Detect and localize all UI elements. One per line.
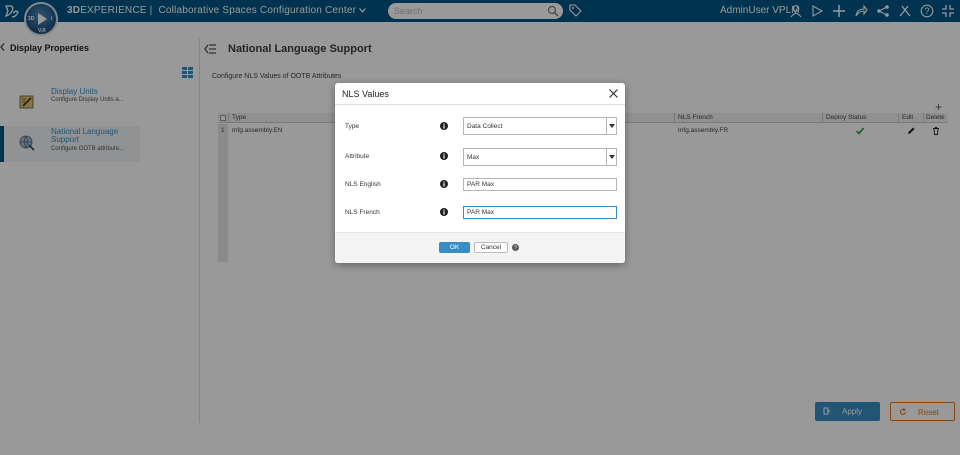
info-icon[interactable] — [440, 122, 448, 130]
chevron-down-icon[interactable] — [606, 118, 616, 134]
nls-french-label: NLS French — [345, 209, 380, 216]
nls-english-label: NLS English — [345, 181, 381, 188]
info-icon[interactable] — [440, 208, 448, 216]
nls-values-dialog: NLS Values Type Data Collect Attribute M… — [335, 83, 625, 263]
help-icon[interactable]: ? — [512, 244, 519, 251]
type-select[interactable]: Data Collect — [463, 117, 617, 135]
attribute-select-value: Max — [467, 154, 480, 161]
type-select-value: Data Collect — [467, 123, 503, 130]
attribute-label: Attribute — [345, 153, 370, 160]
nls-english-input[interactable] — [463, 178, 617, 191]
dialog-title: NLS Values — [342, 89, 389, 99]
type-label: Type — [345, 123, 360, 130]
info-icon[interactable] — [440, 180, 448, 188]
nls-french-input[interactable] — [463, 206, 617, 219]
close-icon[interactable] — [608, 88, 619, 99]
ok-button[interactable]: OK — [439, 242, 470, 253]
cancel-button[interactable]: Cancel — [474, 242, 508, 253]
info-icon[interactable] — [440, 152, 448, 160]
chevron-down-icon[interactable] — [606, 149, 616, 165]
dialog-footer: OK Cancel ? — [335, 232, 625, 263]
svg-text:?: ? — [514, 246, 517, 251]
attribute-select[interactable]: Max — [463, 148, 617, 166]
